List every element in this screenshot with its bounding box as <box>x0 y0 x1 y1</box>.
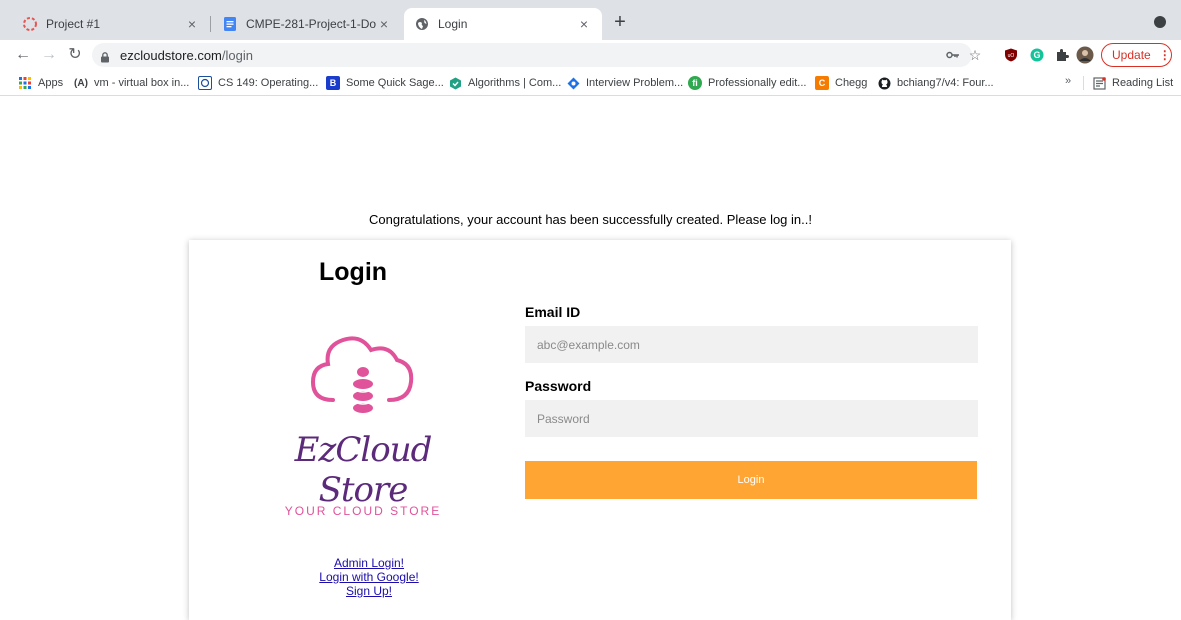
tab-strip: Project #1 × CMPE-281-Project-1-Documen … <box>0 0 1181 40</box>
ublock-icon[interactable]: uO <box>1002 46 1020 64</box>
close-tab-icon[interactable]: × <box>376 16 392 32</box>
google-docs-icon <box>222 16 238 32</box>
login-button[interactable]: Login <box>525 461 977 499</box>
bookmark-label: Chegg <box>835 77 868 89</box>
tab-login[interactable]: Login × <box>404 8 602 40</box>
bookmarks-overflow-button[interactable]: » <box>1065 75 1071 87</box>
lock-icon <box>100 50 110 63</box>
globe-icon <box>414 16 430 32</box>
tab-title: Project #1 <box>46 17 101 31</box>
reading-list-label: Reading List <box>1112 77 1174 89</box>
bookmarks-divider <box>1083 76 1084 90</box>
close-tab-icon[interactable]: × <box>184 16 200 32</box>
email-field[interactable] <box>525 326 978 363</box>
cloud-logo-icon <box>310 336 414 413</box>
menu-dots-icon: ⋮ <box>1158 48 1171 62</box>
close-tab-icon[interactable]: × <box>576 16 592 32</box>
profile-avatar-icon[interactable] <box>1076 46 1094 64</box>
bookmark-algorithms[interactable]: Algorithms | Com... <box>448 74 561 92</box>
bookmark-sage[interactable]: B Some Quick Sage... <box>326 74 444 92</box>
reload-icon[interactable]: ↻ <box>64 44 86 66</box>
bookmark-label: Professionally edit... <box>708 77 807 89</box>
bookmark-apps[interactable]: Apps <box>18 74 63 92</box>
page-title: Login <box>319 258 388 286</box>
reading-list-button[interactable]: Reading List <box>1092 74 1173 92</box>
tab-cmpe-doc[interactable]: CMPE-281-Project-1-Documen × <box>212 8 402 40</box>
sign-up-link[interactable]: Sign Up! <box>289 584 449 598</box>
cs149-icon <box>198 76 212 90</box>
grammarly-icon[interactable]: G <box>1028 46 1046 64</box>
professional-icon: fi <box>688 76 702 90</box>
update-button[interactable]: Update ⋮ <box>1101 43 1172 67</box>
tab-divider <box>210 16 211 32</box>
password-label: Password <box>525 378 592 394</box>
sage-icon: B <box>326 76 340 90</box>
email-label: Email ID <box>525 304 581 320</box>
bookmark-interview[interactable]: Interview Problem... <box>566 74 683 92</box>
tab-title: Login <box>438 17 468 31</box>
url-text: ezcloudstore.com/login <box>120 48 253 63</box>
password-key-icon[interactable] <box>944 46 962 64</box>
apps-grid-icon <box>18 76 32 90</box>
back-arrow-icon[interactable]: ← <box>12 44 34 66</box>
tab-search-icon[interactable] <box>1154 16 1166 28</box>
auth-links: Admin Login! Login with Google! Sign Up! <box>289 556 449 598</box>
bookmark-label: Some Quick Sage... <box>346 77 444 89</box>
vm-icon: (A) <box>74 77 88 89</box>
reading-list-icon <box>1092 76 1106 90</box>
login-form: Email ID Password Login <box>525 304 978 499</box>
github-icon <box>877 76 891 90</box>
bookmark-label: CS 149: Operating... <box>218 77 319 89</box>
interview-icon <box>566 76 580 90</box>
password-field[interactable] <box>525 400 978 437</box>
bookmark-label: Interview Problem... <box>586 77 684 89</box>
new-tab-button[interactable]: + <box>610 12 630 32</box>
bookmark-chegg[interactable]: C Chegg <box>815 74 867 92</box>
url-path: /login <box>221 47 253 63</box>
chegg-icon: C <box>815 76 829 90</box>
address-bar[interactable]: ezcloudstore.com/login <box>92 43 972 67</box>
login-card: Login EzCloud Store YOUR CLOUD STORE Adm… <box>189 240 1011 620</box>
bookmark-github[interactable]: bchiang7/v4: Four... <box>877 74 994 92</box>
algorithms-icon <box>448 76 462 90</box>
tab-title: CMPE-281-Project-1-Documen <box>246 17 376 31</box>
bookmark-star-icon[interactable]: ☆ <box>966 46 984 64</box>
success-message: Congratulations, your account has been s… <box>369 212 812 227</box>
bookmark-label: bchiang7/v4: Four... <box>897 77 994 89</box>
extensions-puzzle-icon[interactable] <box>1053 46 1071 64</box>
svg-text:uO: uO <box>1008 53 1015 59</box>
bookmark-label: vm - virtual box in... <box>94 77 190 89</box>
update-label: Update <box>1112 48 1151 62</box>
bookmark-vm[interactable]: (A) vm - virtual box in... <box>74 74 189 92</box>
google-login-link[interactable]: Login with Google! <box>289 570 449 584</box>
logo-wordmark: EzCloud Store <box>294 430 433 510</box>
bookmarks-bar: Apps (A) vm - virtual box in... CS 149: … <box>0 70 1181 96</box>
logo-tagline: YOUR CLOUD STORE <box>284 504 442 518</box>
bookmark-label: Apps <box>38 77 64 89</box>
forward-arrow-icon[interactable]: → <box>38 44 60 66</box>
bookmark-cs149[interactable]: CS 149: Operating... <box>198 74 318 92</box>
url-host: ezcloudstore.com <box>120 47 222 63</box>
admin-login-link[interactable]: Admin Login! <box>289 556 449 570</box>
browser-toolbar: ← → ↻ ezcloudstore.com/login ☆ uO G Upda… <box>0 40 1181 70</box>
bookmark-professional[interactable]: fi Professionally edit... <box>688 74 806 92</box>
tab-project-1[interactable]: Project #1 × <box>12 8 210 40</box>
project-favicon-icon <box>22 16 38 32</box>
svg-text:G: G <box>1033 50 1040 60</box>
bookmark-label: Algorithms | Com... <box>468 77 562 89</box>
